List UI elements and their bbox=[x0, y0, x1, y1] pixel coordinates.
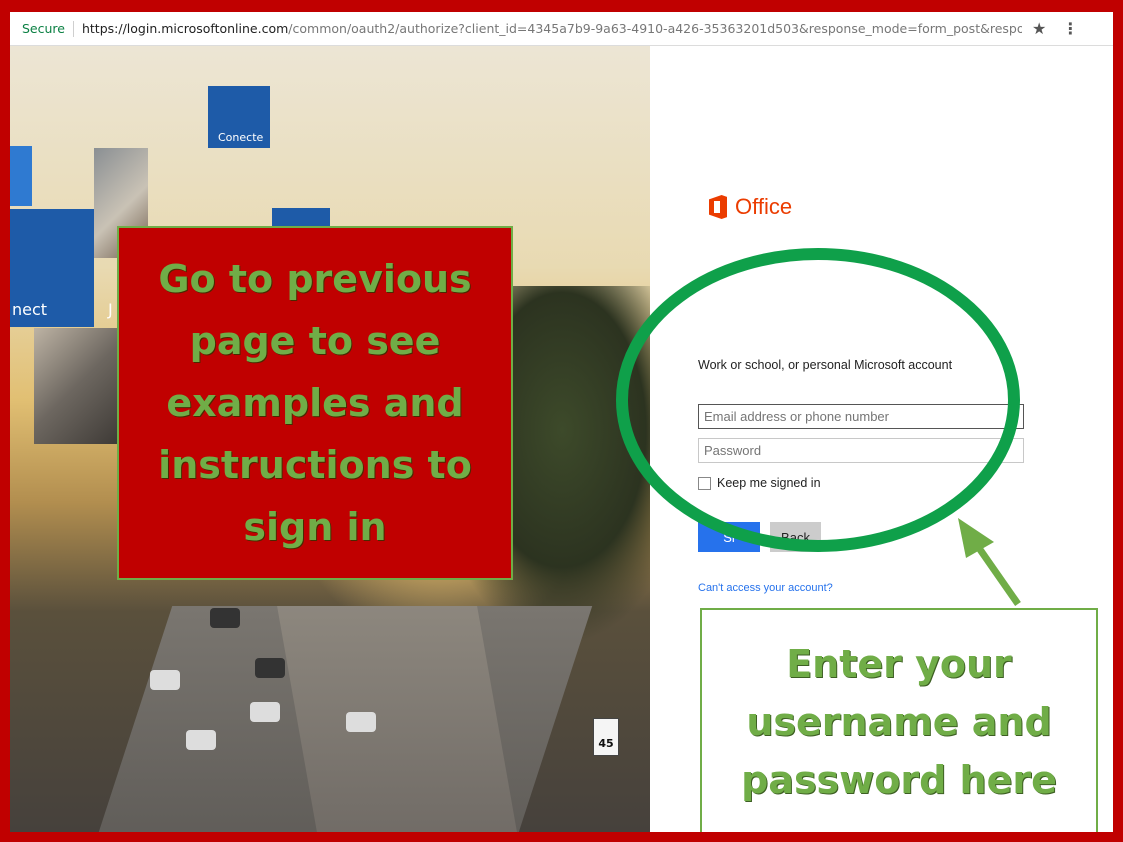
enter-credentials-note: Enter your username and password here bbox=[700, 608, 1098, 832]
address-separator bbox=[72, 20, 74, 37]
browser-menu-icon[interactable]: ⋮ bbox=[1062, 19, 1078, 38]
browser-address-bar[interactable]: Secure https://login.microsoftonline.com… bbox=[10, 12, 1113, 46]
sign-in-button[interactable]: Si bbox=[698, 522, 760, 552]
password-field[interactable] bbox=[698, 438, 1024, 463]
hero-tile-conecte-label: Conecte bbox=[218, 131, 264, 144]
speed-limit-sign: 45 bbox=[593, 718, 619, 756]
bookmark-star-icon[interactable]: ★ bbox=[1032, 19, 1046, 38]
account-type-label: Work or school, or personal Microsoft ac… bbox=[698, 358, 953, 372]
keep-signed-in[interactable]: Keep me signed in bbox=[698, 476, 821, 490]
hero-photo-man bbox=[34, 328, 118, 444]
url-path: /common/oauth2/authorize?client_id=4345a… bbox=[288, 21, 1022, 36]
screenshot-frame: Secure https://login.microsoftonline.com… bbox=[10, 12, 1113, 832]
keep-signed-in-checkbox[interactable] bbox=[698, 476, 711, 490]
office-brand-text: Office bbox=[735, 194, 793, 219]
hero-car bbox=[255, 658, 285, 678]
hero-car bbox=[150, 670, 180, 690]
secure-label: Secure bbox=[22, 21, 65, 36]
hero-car bbox=[250, 702, 280, 722]
hero-car bbox=[186, 730, 216, 750]
cant-access-account-link[interactable]: Can't access your account? bbox=[698, 582, 833, 594]
office-icon bbox=[709, 195, 727, 219]
back-button[interactable]: Back bbox=[770, 522, 821, 552]
url-text[interactable]: https://login.microsoftonline.com/common… bbox=[82, 21, 1022, 36]
previous-page-note-text: Go to previous page to see examples and … bbox=[158, 257, 472, 549]
hero-tile-small bbox=[10, 146, 32, 206]
hero-car bbox=[346, 712, 376, 732]
email-field[interactable] bbox=[698, 404, 1024, 429]
hero-tile-nect-label: nect bbox=[12, 300, 48, 319]
hero-car bbox=[210, 608, 240, 628]
url-host: https://login.microsoftonline.com bbox=[81, 21, 289, 36]
hero-tile-j-label: J bbox=[108, 300, 113, 319]
previous-page-note: Go to previous page to see examples and … bbox=[117, 226, 513, 580]
enter-credentials-note-text: Enter your username and password here bbox=[741, 642, 1057, 802]
office-logo: Office bbox=[709, 194, 792, 220]
keep-signed-in-label: Keep me signed in bbox=[717, 476, 821, 490]
